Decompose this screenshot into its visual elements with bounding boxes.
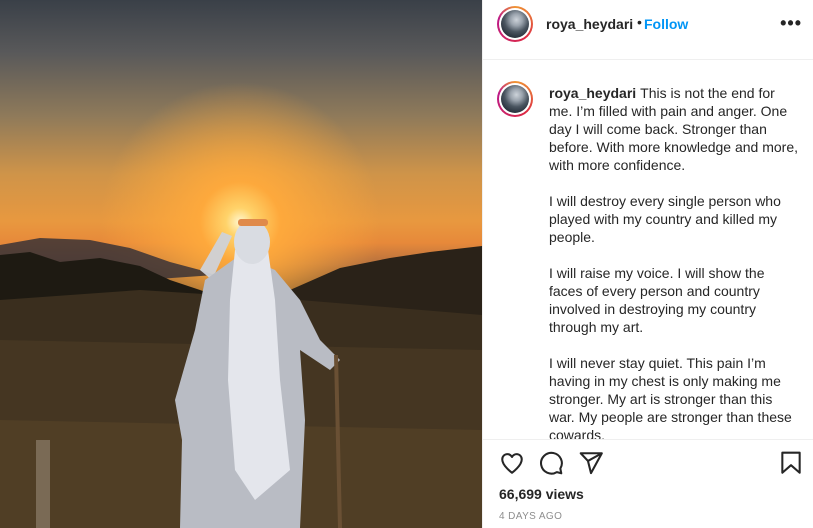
caption-section[interactable]: roya_heydari This is not the end for me. …	[483, 60, 813, 440]
action-bar	[483, 440, 813, 480]
post-sidebar: roya_heydari • Follow ••• roya_heydari Th…	[482, 0, 813, 528]
avatar[interactable]	[497, 6, 533, 42]
caption-paragraph: I will never stay quiet. This pain I’m h…	[549, 355, 792, 440]
view-count[interactable]: 66,699 views	[499, 486, 584, 502]
author-username[interactable]: roya_heydari	[546, 16, 633, 32]
caption-text: roya_heydari This is not the end for me. …	[549, 84, 799, 440]
sunset-scene	[0, 219, 482, 528]
heart-icon[interactable]	[499, 450, 525, 481]
post-date[interactable]: 4 DAYS AGO	[499, 511, 562, 522]
comment-icon[interactable]	[538, 450, 564, 481]
post-photo[interactable]	[0, 0, 482, 528]
caption-username[interactable]: roya_heydari	[549, 85, 636, 101]
separator-dot: •	[637, 14, 642, 30]
post-header: roya_heydari • Follow •••	[483, 0, 813, 60]
caption-avatar[interactable]	[497, 81, 533, 117]
more-options-icon[interactable]: •••	[780, 13, 802, 34]
bookmark-icon[interactable]	[778, 450, 804, 481]
caption-paragraph: I will destroy every single person who p…	[549, 193, 781, 245]
follow-button[interactable]: Follow	[644, 16, 688, 32]
instagram-post: roya_heydari • Follow ••• roya_heydari Th…	[0, 0, 813, 528]
share-icon[interactable]	[578, 450, 604, 481]
caption-paragraph: I will raise my voice. I will show the f…	[549, 265, 765, 335]
